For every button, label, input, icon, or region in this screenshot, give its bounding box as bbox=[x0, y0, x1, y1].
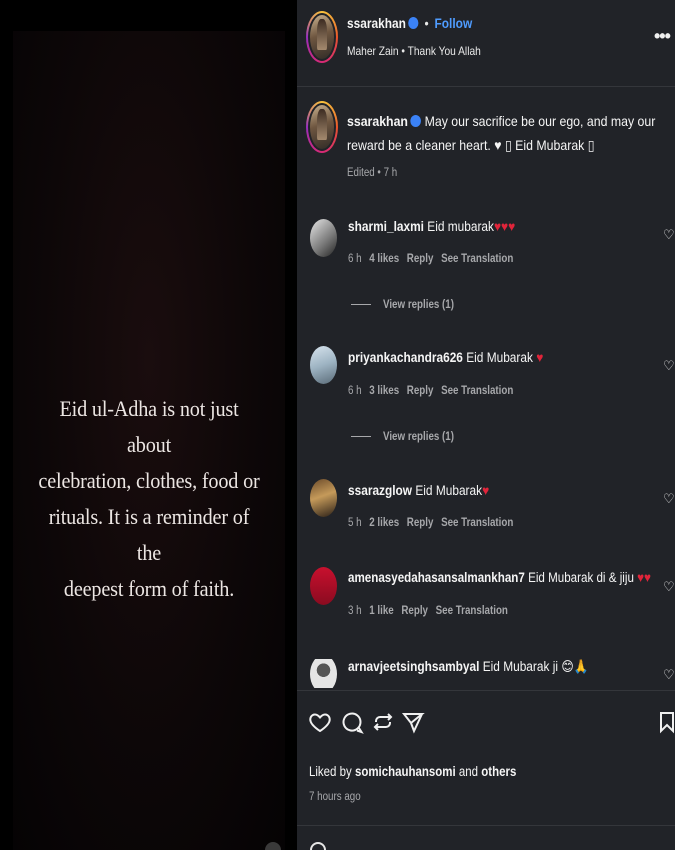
replies-line bbox=[351, 304, 371, 306]
comment-like-icon[interactable]: ♡ bbox=[663, 358, 675, 374]
comment-text: arnavjeetsinghsambyal Eid Mubarak ji 😊🙏 bbox=[348, 659, 621, 675]
liked-by-others[interactable]: others bbox=[481, 764, 516, 779]
caption: ssarakhan May our sacrifice be our ego, … bbox=[347, 109, 662, 157]
comment-time: 5 h bbox=[348, 517, 362, 529]
author-username[interactable]: ssarakhan bbox=[347, 15, 406, 31]
more-options-icon[interactable]: ••• bbox=[654, 26, 671, 47]
reply-button[interactable]: Reply bbox=[407, 385, 434, 397]
audio-track-label: Maher Zain • Thank You Allah bbox=[347, 44, 481, 58]
commenter-avatar[interactable] bbox=[310, 479, 337, 517]
comment-icon[interactable] bbox=[340, 709, 364, 735]
verified-badge-icon bbox=[410, 115, 422, 127]
comment-item: ssarazglow Eid Mubarak♥ ♡ 5 h 2 likes Repl… bbox=[297, 479, 675, 543]
reply-button[interactable]: Reply bbox=[401, 605, 428, 617]
liked-by: Liked by somichauhansomi and others bbox=[309, 764, 553, 779]
heart-icon[interactable] bbox=[308, 709, 332, 735]
comment-text: sharmi_laxmi Eid mubarak♥♥♥ bbox=[348, 219, 538, 234]
commenter-avatar[interactable] bbox=[310, 219, 337, 257]
caption-meta: Edited • 7 h bbox=[347, 167, 406, 179]
commenter-username[interactable]: priyankachandra626 bbox=[348, 350, 463, 365]
comment-body: Eid Mubarak bbox=[466, 350, 533, 365]
commenter-username[interactable]: amenasyedahasansalmankhan7 bbox=[348, 570, 525, 585]
comment-emoji: ♥ bbox=[482, 483, 490, 498]
liked-by-and: and bbox=[458, 764, 479, 779]
liked-by-user[interactable]: somichauhansomi bbox=[355, 764, 456, 779]
comment-likes[interactable]: 3 likes bbox=[369, 385, 399, 397]
comment-meta: 5 h 2 likes Reply See Translation bbox=[348, 517, 561, 529]
see-translation-button[interactable]: See Translation bbox=[441, 385, 513, 397]
comment-likes[interactable]: 1 like bbox=[369, 605, 393, 617]
comment-time: 6 h bbox=[348, 253, 362, 265]
comment-text: priyankachandra626 Eid Mubarak ♥ bbox=[348, 350, 570, 365]
see-translation-button[interactable]: See Translation bbox=[441, 253, 513, 265]
header-divider bbox=[297, 86, 675, 87]
bookmark-icon[interactable] bbox=[655, 709, 675, 735]
comment-body: Eid Mubarak di & jiju bbox=[528, 570, 634, 585]
comment-meta: 6 h 4 likes Reply See Translation bbox=[348, 253, 561, 265]
comment-like-icon[interactable]: ♡ bbox=[663, 491, 675, 507]
commenter-username[interactable]: arnavjeetsinghsambyal bbox=[348, 659, 479, 674]
commenter-avatar[interactable] bbox=[310, 567, 337, 605]
comment-body: Eid mubarak bbox=[427, 219, 494, 234]
commenter-username[interactable]: sharmi_laxmi bbox=[348, 219, 424, 234]
view-replies-button[interactable]: View replies (1) bbox=[351, 431, 467, 443]
repost-icon[interactable] bbox=[371, 709, 395, 735]
comment-meta: 6 h 3 likes Reply See Translation bbox=[348, 385, 561, 397]
see-translation-button[interactable]: See Translation bbox=[441, 517, 513, 529]
liked-by-prefix: Liked by bbox=[309, 764, 352, 779]
follow-button[interactable]: Follow bbox=[435, 15, 473, 31]
view-replies-label: View replies (1) bbox=[383, 299, 455, 311]
bottom-divider bbox=[297, 825, 675, 826]
comment-time: 3 h bbox=[348, 605, 362, 617]
caption-avatar[interactable] bbox=[306, 101, 338, 153]
share-icon[interactable] bbox=[401, 709, 425, 735]
view-replies-button[interactable]: View replies (1) bbox=[351, 299, 467, 311]
comment-emoji: ♥♥ bbox=[637, 570, 651, 585]
see-translation-button[interactable]: See Translation bbox=[436, 605, 508, 617]
comment-like-icon[interactable]: ♡ bbox=[663, 579, 675, 595]
comment-text: ssarazglow Eid Mubarak♥ bbox=[348, 483, 508, 498]
comment-like-icon[interactable]: ♡ bbox=[663, 227, 675, 243]
commenter-avatar[interactable] bbox=[310, 346, 337, 384]
post-header: ssarakhan • Follow bbox=[347, 15, 494, 31]
post-image[interactable]: Eid ul-Adha is not just about celebratio… bbox=[13, 31, 285, 850]
audio-track[interactable]: Maher Zain • Thank You Allah bbox=[347, 44, 504, 58]
reply-button[interactable]: Reply bbox=[407, 253, 434, 265]
author-avatar[interactable] bbox=[306, 11, 338, 63]
reply-button[interactable]: Reply bbox=[407, 517, 434, 529]
comment-emoji: ♥ bbox=[536, 350, 544, 365]
comment-item: sharmi_laxmi Eid mubarak♥♥♥ ♡ 6 h 4 likes… bbox=[297, 219, 675, 319]
comment-item: priyankachandra626 Eid Mubarak ♥ ♡ 6 h 3 … bbox=[297, 346, 675, 450]
comment-likes[interactable]: 2 likes bbox=[369, 517, 399, 529]
comment-item: amenasyedahasansalmankhan7 Eid Mubarak d… bbox=[297, 567, 675, 630]
caption-meta-label: Edited • 7 h bbox=[347, 167, 398, 179]
commenter-username[interactable]: ssarazglow bbox=[348, 483, 412, 498]
comment-body: Eid Mubarak bbox=[415, 483, 483, 498]
post-time: 7 hours ago bbox=[309, 791, 370, 803]
comment-emoji: ♥♥♥ bbox=[493, 219, 516, 234]
post-image-text: Eid ul-Adha is not just about celebratio… bbox=[38, 396, 260, 601]
comment-meta: 3 h 1 like Reply See Translation bbox=[348, 605, 554, 617]
commenter-avatar[interactable] bbox=[310, 659, 337, 688]
post-time-label: 7 hours ago bbox=[309, 791, 361, 803]
caption-username[interactable]: ssarakhan bbox=[347, 113, 408, 129]
comment-text: amenasyedahasansalmankhan7 Eid Mubarak d… bbox=[348, 570, 675, 585]
comment-body: Eid Mubarak ji bbox=[482, 659, 559, 674]
media-pane: Eid ul-Adha is not just about celebratio… bbox=[0, 0, 297, 850]
comment-time: 6 h bbox=[348, 385, 362, 397]
comment-like-icon[interactable]: ♡ bbox=[663, 667, 675, 683]
header-separator: • bbox=[424, 15, 429, 31]
actions-divider bbox=[297, 690, 675, 691]
media-indicator[interactable] bbox=[265, 842, 281, 850]
verified-badge-icon bbox=[408, 17, 419, 29]
comment-item: arnavjeetsinghsambyal Eid Mubarak ji 😊🙏 … bbox=[297, 659, 675, 688]
view-replies-label: View replies (1) bbox=[383, 431, 455, 443]
replies-line bbox=[351, 436, 371, 438]
comment-emoji: 😊🙏 bbox=[561, 659, 589, 674]
comment-likes[interactable]: 4 likes bbox=[369, 253, 399, 265]
